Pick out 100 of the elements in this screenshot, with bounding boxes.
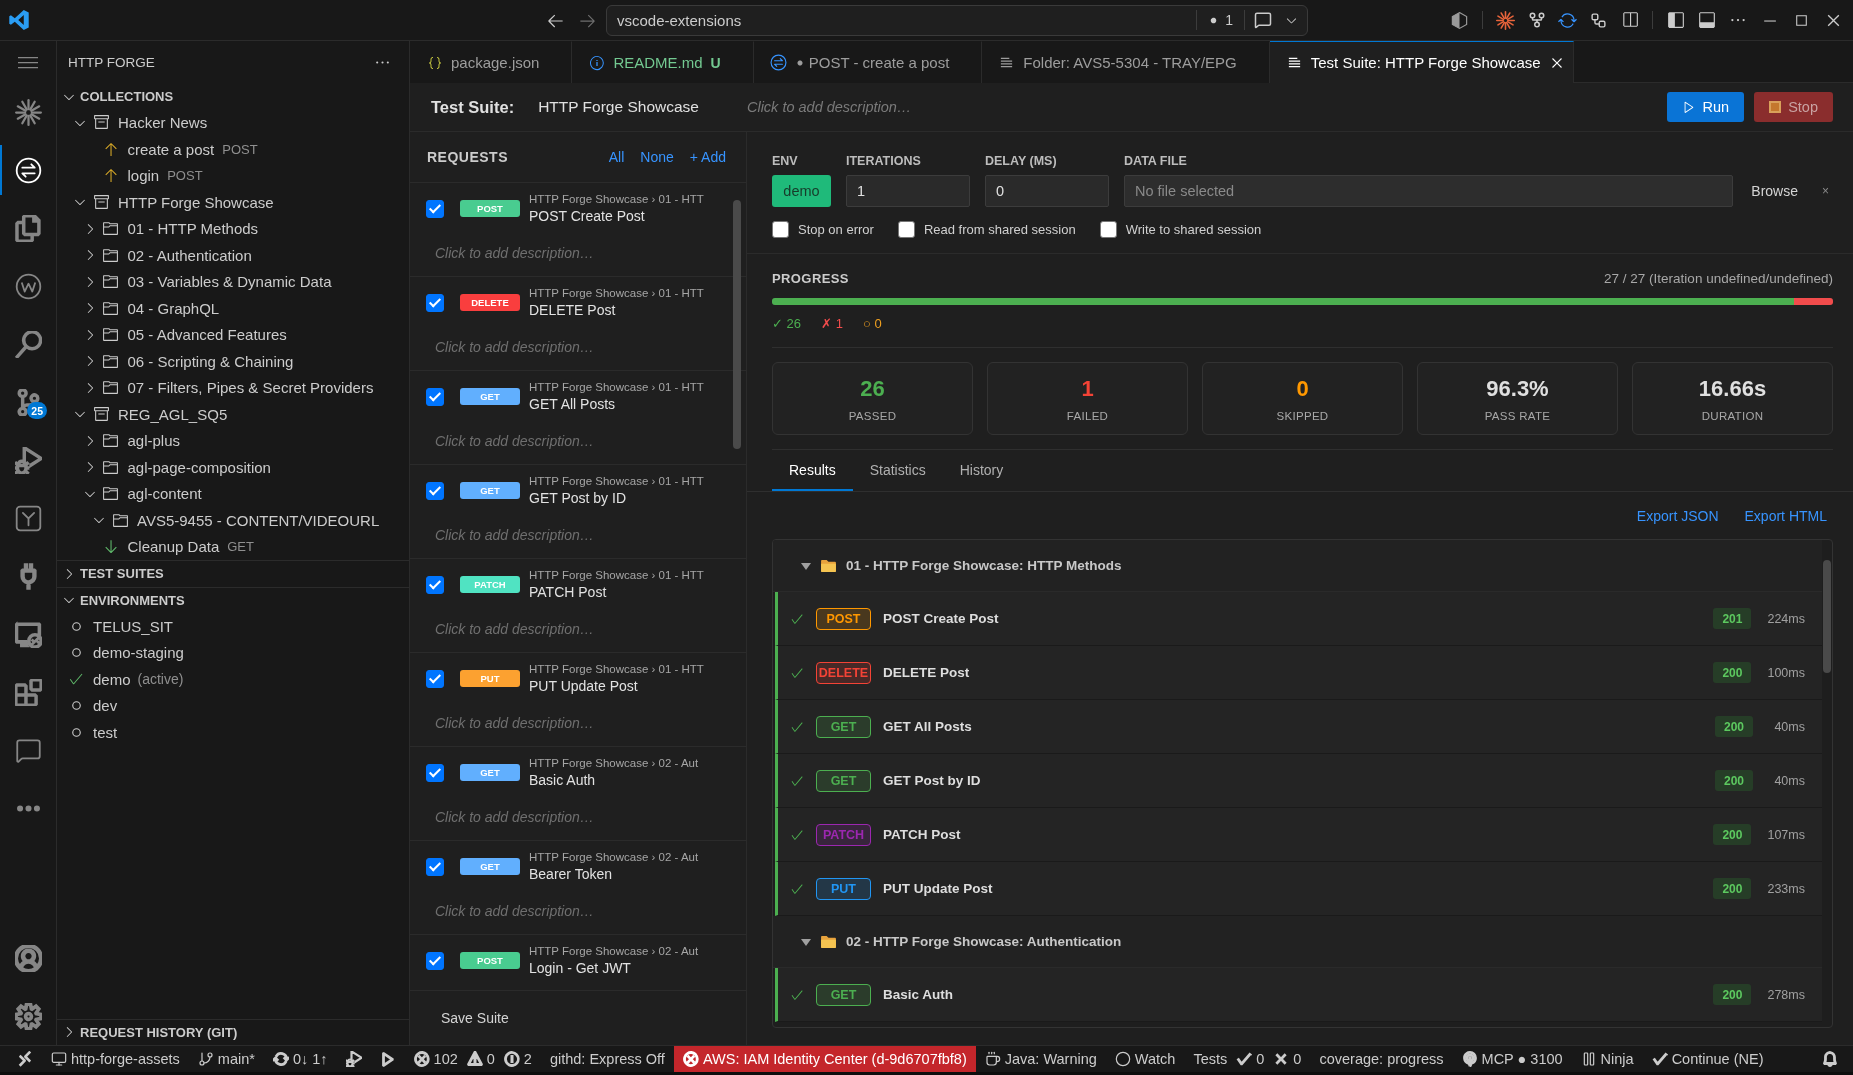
description-field[interactable]: Click to add description… — [740, 93, 1637, 121]
section-title[interactable]: TEST SUITES — [80, 566, 164, 582]
checkbox[interactable] — [426, 857, 444, 876]
checkbox[interactable] — [426, 669, 444, 688]
description-field[interactable]: Click to add description… — [426, 712, 716, 734]
env-select[interactable]: demo — [772, 175, 831, 207]
fork-square-icon[interactable] — [14, 504, 42, 532]
export-link[interactable]: Export HTML — [1744, 508, 1827, 524]
status-item[interactable]: Watch — [1105, 1046, 1185, 1072]
starburst-icon[interactable] — [14, 98, 42, 126]
status-item[interactable]: Tests 0 0 — [1184, 1046, 1311, 1072]
editor-tab[interactable]: README.md U — [572, 41, 754, 83]
command-center-field[interactable]: vscode-extensions 1 — [606, 4, 1308, 36]
scrollbar-thumb[interactable] — [733, 200, 741, 449]
search-icon[interactable] — [14, 330, 42, 358]
group-title[interactable]: 02 - HTTP Forge Showcase: Authentication — [846, 934, 1122, 949]
tree-item-label[interactable]: agl-page-composition — [127, 458, 271, 476]
request-name[interactable]: GET Post by ID — [529, 489, 704, 508]
caret-down-icon[interactable] — [801, 936, 811, 947]
play-icon[interactable] — [379, 1051, 396, 1067]
description-field[interactable]: Click to add description… — [426, 242, 716, 264]
chat-icon[interactable] — [14, 736, 42, 764]
account-icon[interactable] — [14, 944, 42, 972]
remote-icon[interactable] — [17, 1051, 33, 1067]
split-editor-icon[interactable] — [1620, 11, 1639, 29]
files-icon[interactable] — [14, 214, 42, 242]
extensions-icon[interactable] — [14, 678, 42, 706]
status-item[interactable]: Continue (NE) — [1642, 1046, 1773, 1072]
editor-tab[interactable]: Folder: AVS5-5304 - TRAY/EPG — [982, 41, 1270, 83]
environment-label[interactable]: demo — [93, 670, 131, 688]
status-item[interactable]: 0↓ 1↑ — [263, 1046, 337, 1072]
tree-item-label[interactable]: login — [127, 167, 160, 185]
environment-label[interactable]: test — [93, 723, 118, 741]
bug-play-icon[interactable] — [345, 1051, 362, 1067]
checkbox[interactable] — [772, 220, 789, 238]
request-name[interactable]: Basic Auth — [529, 771, 699, 790]
environment-label[interactable]: demo-staging — [93, 644, 184, 662]
settings-icon[interactable] — [14, 1002, 42, 1030]
run-button[interactable]: Run — [1666, 92, 1745, 122]
tree-item-label[interactable]: 02 - Authentication — [127, 246, 252, 264]
status-item[interactable]: githd: Express Off — [540, 1046, 674, 1072]
sync-icon[interactable] — [1558, 10, 1577, 30]
save-suite-button[interactable]: Save Suite — [426, 1004, 524, 1032]
browse-button[interactable]: Browse — [1737, 183, 1812, 199]
fork-icon[interactable] — [1527, 11, 1546, 29]
scrollbar-thumb[interactable] — [1823, 560, 1831, 673]
tree-item-label[interactable]: AVS5-9455 - CONTENT/VIDEOURL — [137, 511, 380, 529]
bell-icon[interactable] — [1822, 1051, 1838, 1067]
description-field[interactable]: Click to add description… — [426, 524, 716, 546]
section-title[interactable]: REQUEST HISTORY (GIT) — [80, 1024, 238, 1040]
section-title[interactable]: COLLECTIONS — [80, 89, 174, 105]
workspace-title[interactable]: vscode-extensions — [617, 11, 1188, 29]
description-field[interactable]: Click to add description… — [426, 900, 716, 922]
editor-tab[interactable]: package.json — [410, 41, 573, 83]
status-item[interactable]: main* — [188, 1046, 264, 1072]
chat-icon[interactable] — [1254, 11, 1272, 29]
header-link[interactable]: None — [640, 149, 674, 165]
starburst-icon[interactable] — [1496, 10, 1515, 30]
file-field[interactable]: No file selected — [1124, 175, 1734, 207]
tree-item-label[interactable]: 03 - Variables & Dynamic Data — [127, 273, 332, 291]
checkbox[interactable] — [426, 763, 444, 782]
status-item[interactable]: MCP ● 3100 — [1452, 1046, 1572, 1072]
request-name[interactable]: PATCH Post — [529, 583, 704, 602]
request-name[interactable]: POST Create Post — [529, 207, 704, 226]
group-title[interactable]: 01 - HTTP Forge Showcase: HTTP Methods — [846, 558, 1122, 573]
request-name[interactable]: Login - Get JWT — [529, 959, 699, 978]
tree-item-label[interactable]: HTTP Forge Showcase — [118, 193, 274, 211]
checkbox[interactable] — [426, 293, 444, 312]
tree-item-label[interactable]: REG_AGL_SQ5 — [118, 405, 228, 423]
tree-item-label[interactable]: Hacker News — [118, 114, 208, 132]
results-tab[interactable]: History — [942, 450, 1021, 491]
tree-item-label[interactable]: 01 - HTTP Methods — [127, 220, 259, 238]
results-tab[interactable]: Statistics — [852, 450, 943, 491]
number-field[interactable]: 1 — [846, 175, 970, 207]
results-tab[interactable]: Results — [772, 450, 853, 491]
circle-arrows-icon[interactable] — [14, 156, 42, 184]
checkbox[interactable] — [1099, 220, 1117, 238]
request-name[interactable]: DELETE Post — [529, 301, 704, 320]
status-item[interactable]: coverage: progress — [1310, 1046, 1453, 1072]
tree-item-label[interactable]: agl-plus — [127, 432, 181, 450]
checkbox[interactable] — [897, 220, 915, 238]
tree-item-label[interactable]: 05 - Advanced Features — [127, 326, 287, 344]
status-item[interactable]: http-forge-assets — [42, 1046, 189, 1072]
status-item[interactable]: Ninja — [1571, 1046, 1643, 1072]
export-link[interactable]: Export JSON — [1636, 508, 1719, 524]
environment-label[interactable]: TELUS_SIT — [93, 617, 174, 635]
editor-tab[interactable]: Test Suite: HTTP Forge Showcase — [1269, 41, 1574, 83]
checkbox[interactable] — [426, 387, 444, 406]
header-link[interactable]: All — [608, 149, 625, 165]
checkbox[interactable] — [426, 481, 444, 500]
checkbox[interactable] — [426, 199, 444, 218]
bug-play-icon[interactable] — [14, 446, 42, 474]
tree-item-label[interactable]: 04 - GraphQL — [127, 299, 220, 317]
monitor-remote-icon[interactable] — [14, 620, 42, 648]
tree-item-label[interactable]: 06 - Scripting & Chaining — [127, 352, 294, 370]
panel-toggle-icon[interactable] — [1697, 11, 1716, 29]
status-item[interactable]: 102 0 2 — [404, 1046, 541, 1072]
clear-button[interactable]: × — [1818, 184, 1833, 198]
tree-item-label[interactable]: agl-content — [127, 485, 202, 503]
description-field[interactable]: Click to add description… — [426, 336, 716, 358]
